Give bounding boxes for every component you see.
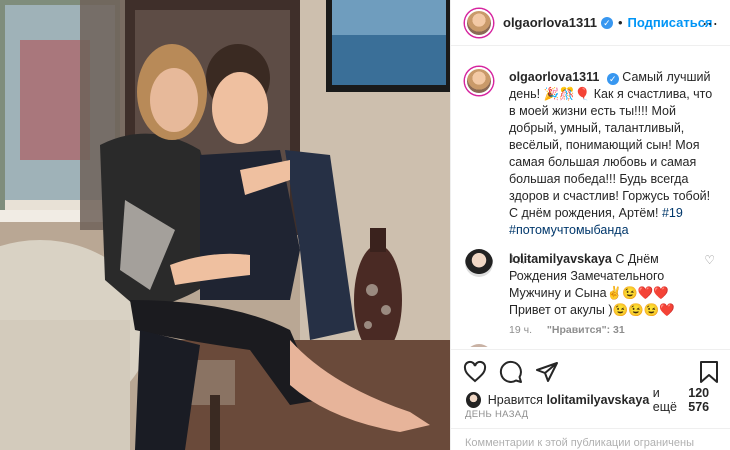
comment-meta: 19 ч. "Нравится": 31 — [509, 324, 637, 336]
verified-icon: ✓ — [600, 16, 613, 29]
likes-count[interactable]: 120 576 — [688, 386, 730, 414]
bookmark-icon[interactable] — [697, 360, 721, 384]
comment-likes[interactable]: "Нравится": 31 — [547, 324, 625, 336]
hashtag-link[interactable]: #потомучтомыбанда — [509, 223, 629, 237]
like-icon[interactable] — [463, 360, 487, 384]
post-photo[interactable] — [0, 0, 450, 450]
post-side-panel: olgaorlova1311 ✓ • Подписаться ⋯ olgaorl… — [450, 0, 730, 450]
hashtag-link[interactable]: #19 — [662, 206, 683, 220]
likes-and: и ещё — [652, 386, 677, 414]
likes-prefix: Нравится — [487, 393, 543, 407]
comments-limited-notice: Комментарии к этой публикации ограничены — [451, 428, 730, 450]
caption-text-block: olgaorlova1311 ✓ Самый лучший день! 🎉🎊🎈 … — [509, 69, 721, 268]
comment-like-icon[interactable]: ♡ — [704, 253, 715, 267]
caption-username[interactable]: olgaorlova1311 — [509, 70, 599, 84]
action-bar — [451, 349, 730, 389]
share-icon[interactable] — [535, 360, 559, 384]
verified-icon: ✓ — [606, 73, 619, 85]
author-avatar[interactable] — [465, 8, 493, 37]
comment-time[interactable]: 19 ч. — [509, 324, 532, 336]
photo-image — [0, 0, 450, 450]
more-options-icon[interactable]: ⋯ — [702, 14, 719, 34]
follow-button[interactable]: Подписаться — [628, 15, 713, 30]
commenter-avatar[interactable] — [465, 249, 493, 277]
next-comment-avatar[interactable] — [465, 344, 493, 347]
post-header: olgaorlova1311 ✓ • Подписаться ⋯ — [451, 0, 730, 46]
comments-list[interactable]: olgaorlova1311 ✓ Самый лучший день! 🎉🎊🎈 … — [451, 47, 730, 347]
caption-avatar[interactable] — [465, 67, 493, 95]
post-date[interactable]: ДЕНЬ НАЗАД — [465, 409, 528, 420]
comment-text-block: lolitamilyavskaya С Днём Рождения Замеча… — [509, 251, 699, 319]
separator-dot: • — [617, 15, 623, 30]
liker-username[interactable]: lolitamilyavskaya — [546, 393, 649, 407]
author-username[interactable]: olgaorlova1311 — [503, 15, 597, 30]
caption-text: Самый лучший день! 🎉🎊🎈 Как я счастлива, … — [509, 70, 713, 220]
commenter-username[interactable]: lolitamilyavskaya — [509, 252, 612, 266]
comment-icon[interactable] — [499, 360, 523, 384]
liker-avatar[interactable] — [465, 391, 482, 409]
